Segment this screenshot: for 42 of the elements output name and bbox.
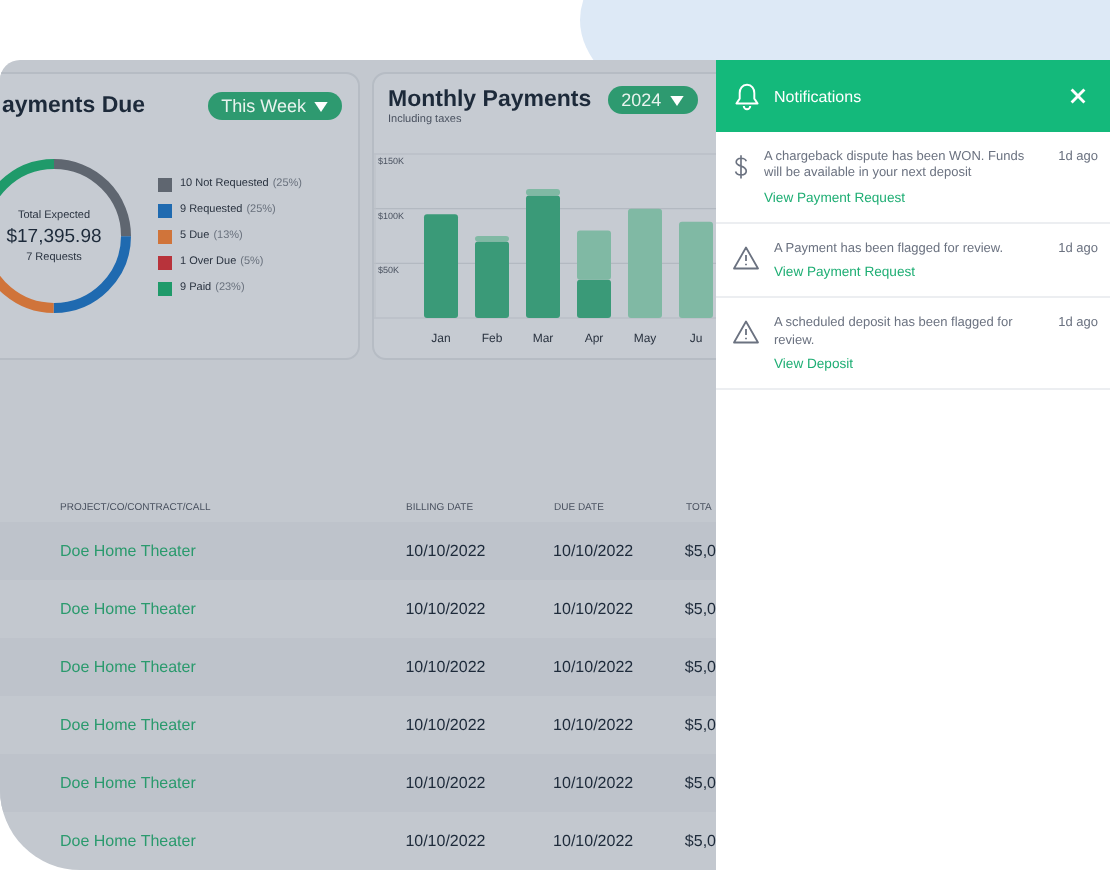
total-amount: $17,395.98 [6, 225, 102, 247]
table-cell-text: 10/10/2022 [405, 542, 488, 560]
table-cell-text: 10/10/2022 [553, 658, 636, 676]
warning-icon [732, 245, 760, 270]
table-cell-text: 10/10/2022 [405, 832, 488, 850]
card-title: Monthly Payments [388, 88, 592, 112]
table-cell-text: 10/10/2022 [405, 600, 488, 618]
project-link[interactable]: Doe Home Theater [60, 658, 406, 676]
table-cell: $5,0 [684, 542, 716, 560]
table-cell-text: 10/10/2022 [405, 774, 488, 792]
table-cell-text: 10/10/2022 [553, 542, 636, 560]
bar [679, 221, 713, 318]
project-link[interactable]: Doe Home Theater [60, 542, 406, 560]
table-cell-text: 10/10/2022 [405, 658, 488, 676]
table-cell: $5,0 [684, 600, 716, 618]
close-button[interactable] [1070, 88, 1086, 104]
table-cell-text: 10/10/2022 [553, 600, 636, 618]
table-cell-text: 10/10/2022 [553, 774, 636, 792]
table-cell: $5,0 [684, 716, 716, 734]
table-cell-text: 10/10/2022 [553, 832, 636, 850]
table-cell: $5,0 [684, 832, 716, 850]
year-dropdown[interactable]: 2024 [607, 86, 698, 114]
bar [577, 230, 611, 280]
project-link[interactable]: Doe Home Theater [60, 600, 406, 618]
bar [628, 208, 662, 318]
table-cell: $5,0 [684, 658, 716, 676]
warning-icon [732, 320, 760, 345]
project-link[interactable]: Doe Home Theater [60, 832, 406, 850]
bar [424, 214, 458, 318]
bar [577, 279, 611, 318]
card-title: ayments Due [2, 94, 146, 118]
dollar-icon [732, 154, 750, 182]
table-cell-text: 10/10/2022 [405, 716, 488, 734]
period-dropdown[interactable]: This Week [207, 92, 342, 120]
table-cell: $5,0 [684, 774, 716, 792]
project-link[interactable]: Doe Home Theater [60, 774, 406, 792]
caret-icon [669, 95, 684, 105]
table-cell-text: 10/10/2022 [553, 716, 636, 734]
caret-icon [314, 101, 328, 111]
panel-title: Notifications [774, 87, 864, 105]
project-link[interactable]: Doe Home Theater [60, 716, 406, 734]
bell-icon [734, 81, 760, 111]
